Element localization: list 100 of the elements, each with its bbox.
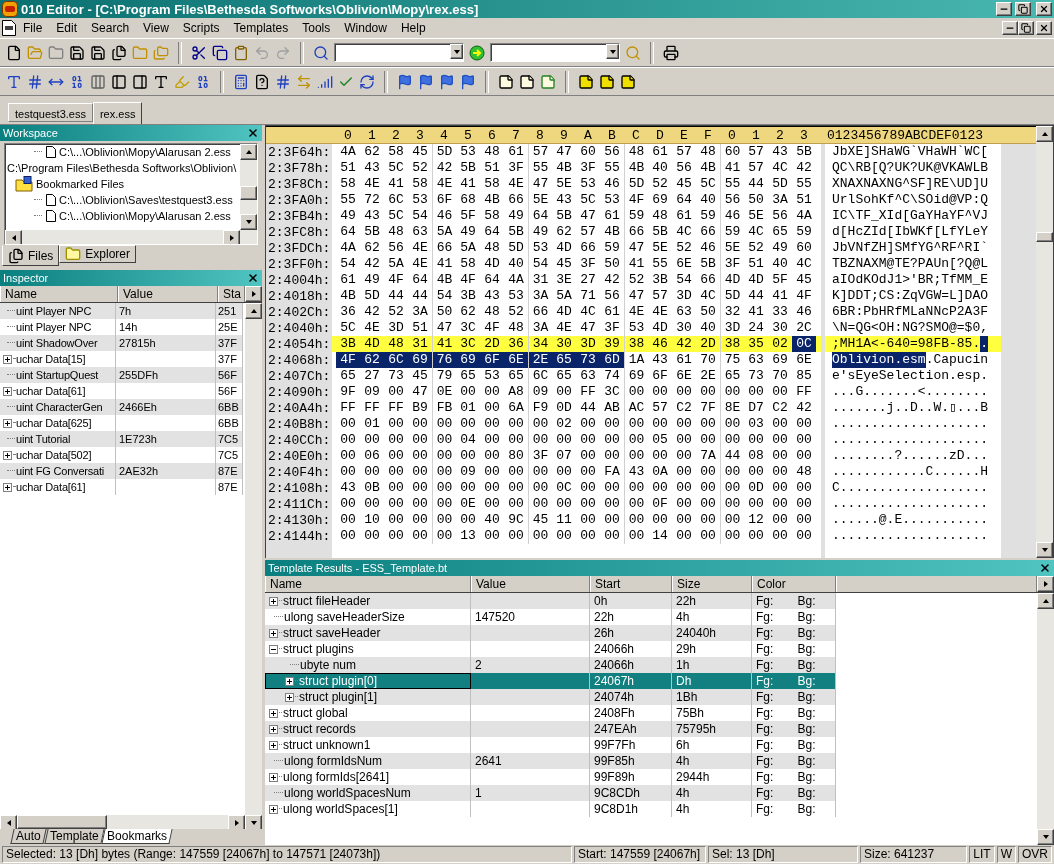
menu-item[interactable]: View	[136, 19, 176, 37]
fg-color-label[interactable]: Fg:	[752, 658, 794, 672]
tree-item[interactable]: Bookmarked Files	[36, 178, 125, 190]
expand-toggle[interactable]	[269, 740, 278, 750]
field-name[interactable]: uchar Data[61]	[16, 481, 86, 493]
scroll-down-button[interactable]	[1036, 542, 1053, 558]
scroll-up-button[interactable]	[1037, 593, 1054, 609]
restore-button[interactable]	[1018, 21, 1034, 35]
horizontal-scrollbar[interactable]	[5, 230, 257, 244]
close-icon[interactable]	[247, 127, 259, 139]
menu-item[interactable]: File	[16, 19, 50, 37]
field-name[interactable]: uchar Data[502]	[16, 449, 92, 461]
menu-item[interactable]: Templates	[226, 19, 296, 37]
file-tab[interactable]: rex.ess	[92, 102, 143, 124]
paste-icon[interactable]	[233, 44, 249, 61]
bg-color-label[interactable]: Bg:	[793, 690, 835, 704]
bg-color-label[interactable]: Bg:	[793, 786, 835, 800]
flag-icon[interactable]	[418, 73, 434, 90]
bg-color-label[interactable]: Bg:	[793, 754, 835, 768]
bg-color-label[interactable]: Bg:	[793, 642, 835, 656]
folder-icon[interactable]	[65, 246, 82, 262]
scroll-right-button[interactable]	[223, 230, 240, 244]
expand-toggle[interactable]	[269, 628, 278, 638]
panel-tab[interactable]: Explorer	[59, 245, 137, 263]
column-header[interactable]: Color	[752, 576, 836, 592]
save-all-icon[interactable]	[111, 44, 127, 61]
minimize-button[interactable]	[1002, 21, 1018, 35]
close-icon[interactable]	[247, 272, 259, 284]
fg-color-label[interactable]: Fg:	[752, 642, 794, 656]
field-name[interactable]: struct fileHeader	[283, 594, 371, 608]
menu-item[interactable]: Tools	[295, 19, 338, 37]
panel-tab[interactable]: Auto	[10, 829, 47, 844]
field-name[interactable]: uchar Data[61]	[16, 385, 86, 397]
field-name[interactable]: struct plugin[0]	[299, 674, 378, 688]
note-icon[interactable]	[498, 73, 514, 90]
note-icon[interactable]	[599, 73, 615, 90]
menu-item[interactable]: Scripts	[175, 19, 227, 37]
close-button[interactable]	[1036, 2, 1052, 16]
columns-icon[interactable]	[90, 73, 106, 90]
field-name[interactable]: struct saveHeader	[283, 626, 381, 640]
tree-item[interactable]: C:\Program Files\Bethesda Softworks\Oblivion\	[7, 162, 237, 174]
binary-icon[interactable]	[195, 73, 211, 90]
go-icon[interactable]	[469, 44, 485, 61]
expand-toggle[interactable]	[3, 418, 12, 428]
field-name[interactable]: ulong worldSpaces[1]	[283, 802, 398, 816]
column-header[interactable]: Size	[672, 576, 752, 592]
fg-color-label[interactable]: Fg:	[752, 610, 794, 624]
bg-color-label[interactable]: Bg:	[793, 706, 835, 720]
field-name[interactable]: uint Tutorial	[16, 433, 71, 445]
field-name[interactable]: uint ShadowOver	[16, 337, 98, 349]
column-header[interactable]: Name	[0, 286, 118, 302]
fg-color-label[interactable]: Fg:	[752, 674, 794, 688]
cut-icon[interactable]	[191, 44, 207, 61]
files-icon[interactable]	[8, 247, 24, 264]
scroll-down-button[interactable]	[240, 214, 257, 230]
copy-icon[interactable]	[212, 44, 228, 61]
field-name[interactable]: ulong saveHeaderSize	[284, 610, 405, 624]
expand-toggle[interactable]	[269, 708, 278, 718]
bg-color-label[interactable]: Bg:	[793, 738, 835, 752]
panel-tab[interactable]: Bookmarks	[101, 829, 173, 844]
scroll-up-button[interactable]	[245, 303, 262, 319]
tree-item[interactable]: C:\...\Oblivion\Mopy\Alarusan 2.ess	[59, 146, 231, 158]
menu-item[interactable]: Help	[393, 19, 433, 37]
bar-chart-icon[interactable]	[317, 73, 333, 90]
expand-toggle[interactable]	[285, 676, 294, 686]
expand-toggle[interactable]	[3, 450, 12, 460]
column-header[interactable]: Value	[471, 576, 590, 592]
restore-button[interactable]	[1015, 2, 1031, 16]
scroll-thumb[interactable]	[240, 186, 257, 200]
file-question-icon[interactable]	[254, 73, 270, 90]
left-panel-icon[interactable]	[111, 73, 127, 90]
expand-toggle[interactable]	[269, 724, 278, 734]
scrollbar[interactable]	[1036, 126, 1053, 558]
expand-toggle[interactable]	[269, 772, 278, 782]
bg-color-label[interactable]: Bg:	[793, 594, 835, 608]
bg-color-label[interactable]: Bg:	[793, 722, 835, 736]
menu-item[interactable]: Search	[84, 19, 137, 37]
flag-icon[interactable]	[397, 73, 413, 90]
fg-color-label[interactable]: Fg:	[752, 802, 794, 816]
fg-color-label[interactable]: Fg:	[752, 626, 794, 640]
bg-color-label[interactable]: Bg:	[793, 610, 835, 624]
field-name[interactable]: ulong worldSpacesNum	[284, 786, 411, 800]
fg-color-label[interactable]: Fg:	[752, 706, 794, 720]
scroll-right-button[interactable]	[1037, 576, 1054, 592]
column-header[interactable]: Name	[265, 576, 471, 592]
bg-color-label[interactable]: Bg:	[793, 626, 835, 640]
scroll-down-button[interactable]	[1037, 829, 1054, 845]
scrollbar[interactable]	[1037, 593, 1054, 845]
field-name[interactable]: struct unknown1	[283, 738, 371, 752]
font-icon[interactable]	[6, 73, 22, 90]
flag-icon[interactable]	[460, 73, 476, 90]
field-name[interactable]: struct plugin[1]	[299, 690, 378, 704]
bg-color-label[interactable]: Bg:	[793, 770, 835, 784]
expand-toggle[interactable]	[269, 596, 278, 606]
tree-item[interactable]: C:\...\Oblivion\Mopy\Alarusan 2.ess	[59, 210, 231, 222]
note-icon[interactable]	[519, 73, 535, 90]
scroll-up-button[interactable]	[240, 144, 257, 160]
right-panel-icon[interactable]	[132, 73, 148, 90]
column-header[interactable]: Start	[590, 576, 672, 592]
field-name[interactable]: uint FG Conversati	[16, 465, 105, 477]
